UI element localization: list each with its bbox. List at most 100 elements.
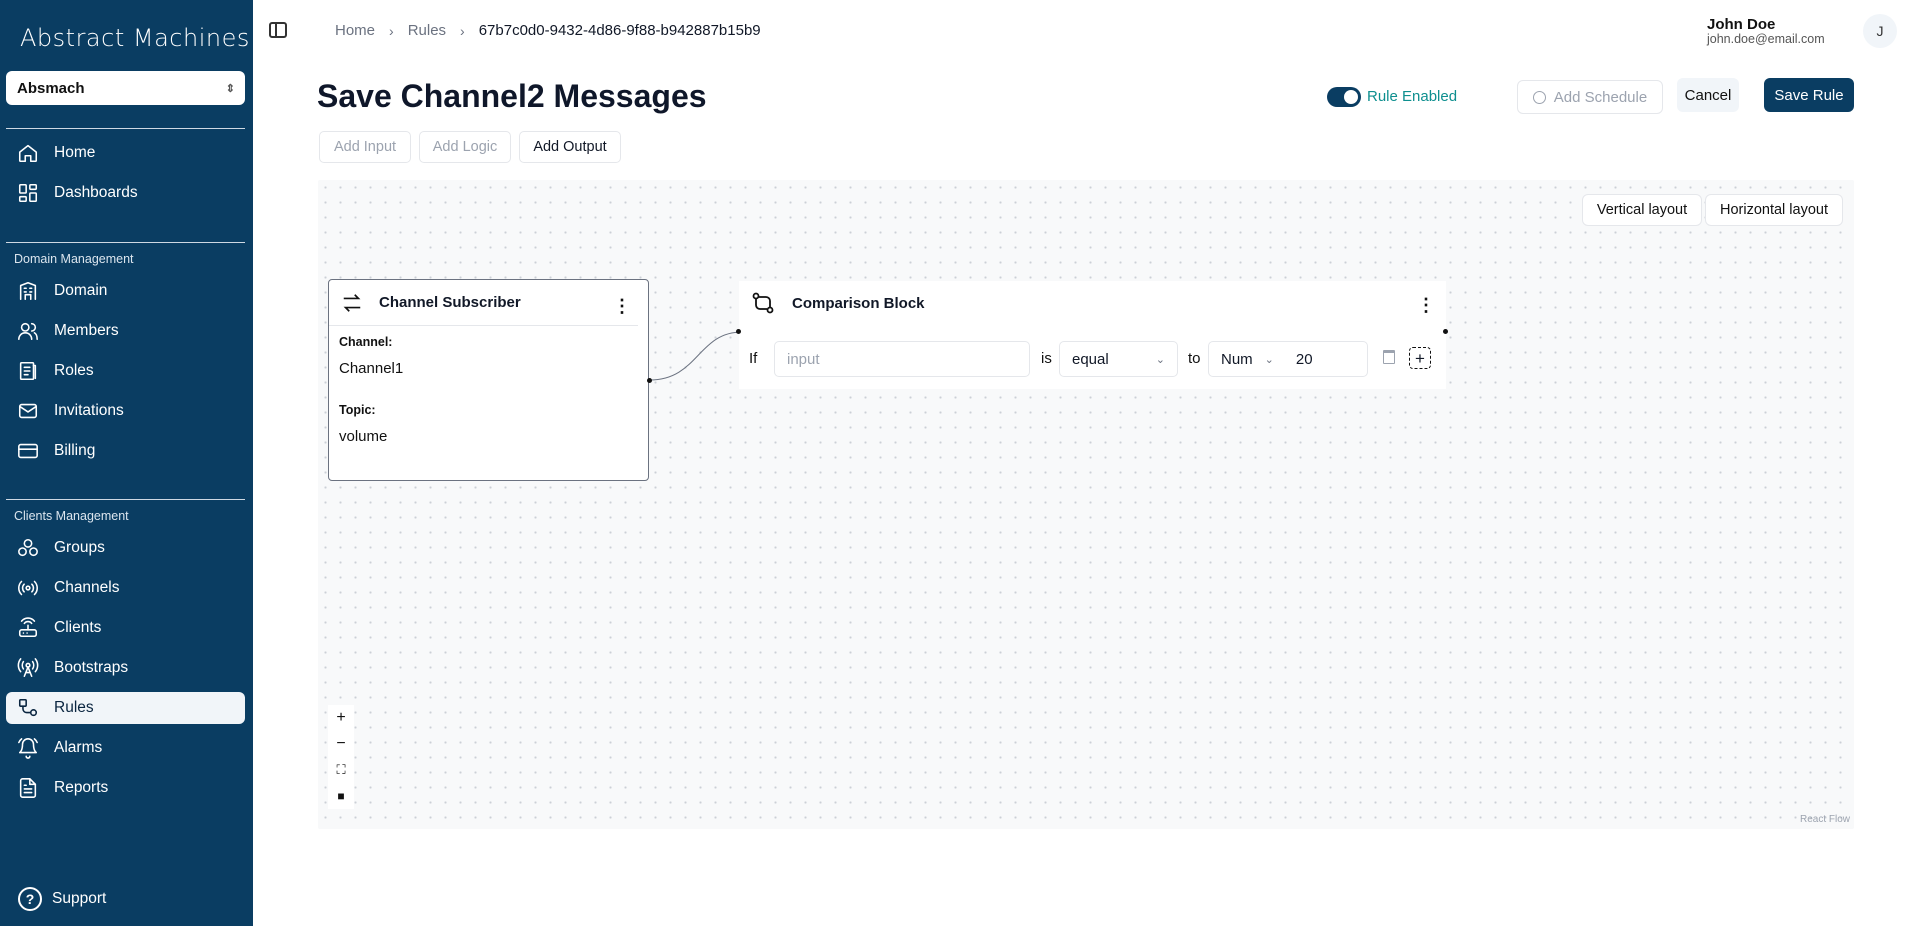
sidebar-item-alarms[interactable]: Alarms — [6, 732, 245, 764]
sidebar-item-reports[interactable]: Reports — [6, 772, 245, 804]
chevron-down-icon: ⌄ — [1155, 353, 1165, 366]
add-input-button[interactable]: Add Input — [319, 131, 411, 163]
topic-value: volume — [339, 428, 388, 445]
org-switcher[interactable]: Absmach ⇕ — [6, 71, 245, 105]
source-handle[interactable] — [1443, 329, 1448, 334]
arrows-left-right-icon — [343, 293, 361, 312]
lock-icon[interactable]: ■ — [328, 783, 354, 809]
app-logo: Abstract Machines — [20, 24, 250, 52]
sidebar-item-label: Roles — [54, 362, 94, 379]
sidebar-item-clients[interactable]: Clients — [6, 612, 245, 644]
sidebar-item-billing[interactable]: Billing — [6, 435, 245, 467]
router-icon — [14, 616, 42, 640]
sidebar-item-home[interactable]: Home — [6, 137, 245, 169]
sidebar-item-channels[interactable]: Channels — [6, 572, 245, 604]
chevron-up-down-icon: ⇕ — [225, 82, 235, 95]
sidebar-item-groups[interactable]: Groups — [6, 532, 245, 564]
operator-select[interactable]: equal ⌄ — [1059, 341, 1178, 377]
react-flow-attribution[interactable]: React Flow — [1800, 814, 1850, 825]
rule-enabled-toggle[interactable] — [1327, 87, 1361, 107]
cancel-button[interactable]: Cancel — [1677, 78, 1739, 112]
sidebar-item-domain[interactable]: Domain — [6, 275, 245, 307]
divider — [6, 128, 245, 129]
channel-subscriber-node[interactable]: Channel Subscriber ⋮ Channel: Channel1 T… — [328, 279, 652, 481]
roles-icon — [14, 359, 42, 383]
zoom-controls: + − ⛶ ■ — [328, 705, 354, 809]
add-logic-button[interactable]: Add Logic — [419, 131, 511, 163]
user-name: John Doe — [1707, 16, 1776, 33]
sidebar-item-label: Alarms — [54, 739, 103, 756]
file-text-icon — [14, 776, 42, 800]
users-icon — [14, 319, 42, 343]
sidebar-item-label: Members — [54, 322, 119, 339]
workflow-icon — [14, 696, 42, 720]
flow-canvas[interactable]: Vertical layout Horizontal layout Channe… — [318, 180, 1854, 829]
sidebar-item-label: Groups — [54, 539, 105, 556]
breadcrumb: Home › Rules › 67b7c0d0-9432-4d86-9f88-b… — [335, 22, 761, 39]
sidebar-item-label: Billing — [54, 442, 96, 459]
git-compare-icon — [752, 292, 774, 314]
edge-connection — [649, 331, 743, 381]
add-schedule-button[interactable]: Add Schedule — [1517, 80, 1663, 114]
sidebar-item-dashboards[interactable]: Dashboards — [6, 177, 245, 209]
more-vertical-icon[interactable]: ⋮ — [1417, 295, 1435, 316]
sidebar-item-bootstraps[interactable]: Bootstraps — [6, 652, 245, 684]
zoom-in-icon[interactable]: + — [328, 705, 354, 731]
home-icon — [14, 141, 42, 165]
chevron-right-icon: › — [389, 22, 394, 39]
sidebar-item-label: Dashboards — [54, 184, 138, 201]
add-condition-icon[interactable]: + — [1409, 347, 1431, 369]
value-input[interactable]: 20 — [1296, 351, 1313, 368]
operator-value: equal — [1072, 350, 1109, 368]
more-vertical-icon[interactable]: ⋮ — [613, 296, 631, 317]
sidebar-item-label: Invitations — [54, 402, 124, 419]
bell-icon — [14, 736, 42, 760]
sidebar-item-label: Bootstraps — [54, 659, 129, 676]
sidebar-item-label: Home — [54, 144, 96, 161]
sidebar: Abstract Machines Absmach ⇕ Home Dashboa… — [0, 0, 253, 926]
sidebar-item-roles[interactable]: Roles — [6, 355, 245, 387]
trash-icon[interactable] — [1383, 350, 1395, 364]
source-handle[interactable] — [647, 378, 652, 383]
fit-view-icon[interactable]: ⛶ — [328, 757, 354, 783]
sidebar-item-label: Clients — [54, 619, 102, 636]
comparison-input-field[interactable]: input — [774, 341, 1030, 377]
sidebar-toggle-icon[interactable] — [269, 22, 287, 38]
comparison-block-node[interactable]: Comparison Block ⋮ If input is equal ⌄ t… — [736, 281, 1448, 389]
user-email: john.doe@email.com — [1707, 32, 1825, 46]
vertical-layout-button[interactable]: Vertical layout — [1582, 194, 1702, 226]
add-output-button[interactable]: Add Output — [519, 131, 621, 163]
support-link[interactable]: ? Support — [18, 887, 106, 911]
groups-icon — [14, 536, 42, 560]
radio-icon — [14, 576, 42, 600]
sidebar-item-rules[interactable]: Rules — [6, 692, 245, 724]
topic-label: Topic: — [339, 403, 376, 417]
sidebar-item-invitations[interactable]: Invitations — [6, 395, 245, 427]
org-name: Absmach — [17, 79, 85, 97]
sidebar-item-label: Reports — [54, 779, 109, 796]
page-title: Save Channel2 Messages — [317, 78, 707, 114]
is-label: is — [1041, 350, 1052, 367]
section-label-clients: Clients Management — [14, 509, 129, 523]
target-handle[interactable] — [736, 329, 741, 334]
credit-card-icon — [14, 439, 42, 463]
sidebar-item-label: Domain — [54, 282, 108, 299]
node-title: Comparison Block — [792, 294, 925, 312]
horizontal-layout-button[interactable]: Horizontal layout — [1705, 194, 1843, 226]
antenna-icon — [14, 656, 42, 680]
chevron-down-icon: ⌄ — [1264, 353, 1274, 366]
breadcrumb-home[interactable]: Home — [335, 22, 375, 39]
mail-icon — [14, 399, 42, 423]
type-select[interactable]: Num — [1221, 351, 1253, 368]
sidebar-item-label: Rules — [54, 699, 94, 716]
main-area: Home › Rules › 67b7c0d0-9432-4d86-9f88-b… — [253, 0, 1916, 926]
support-label: Support — [52, 890, 107, 907]
user-info[interactable]: John Doe john.doe@email.com — [1707, 16, 1825, 46]
avatar[interactable]: J — [1863, 14, 1897, 48]
divider — [6, 242, 245, 243]
save-rule-button[interactable]: Save Rule — [1764, 78, 1854, 112]
zoom-out-icon[interactable]: − — [328, 731, 354, 757]
sidebar-item-members[interactable]: Members — [6, 315, 245, 347]
rule-enabled-label: Rule Enabled — [1367, 88, 1458, 105]
breadcrumb-rules[interactable]: Rules — [408, 22, 446, 39]
